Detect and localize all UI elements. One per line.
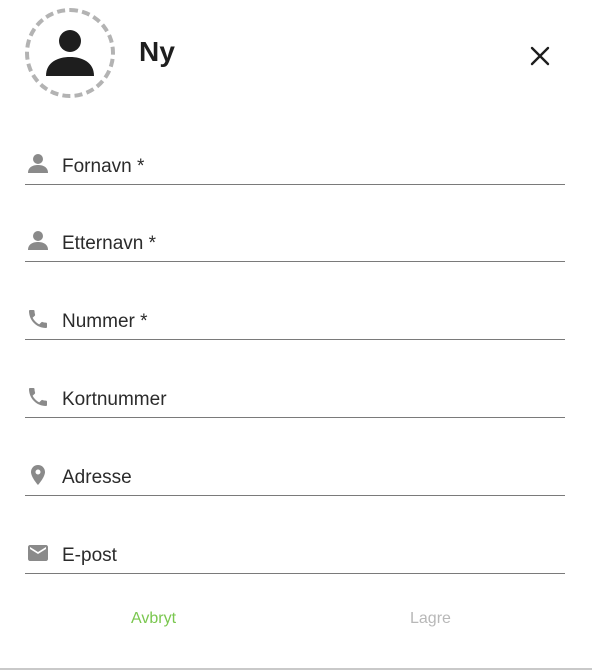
close-icon: [530, 46, 550, 66]
last-name-label: Etternavn *: [62, 233, 156, 254]
email-field[interactable]: E-post: [25, 534, 565, 574]
new-contact-dialog: Ny Fornavn * Etternavn * Nummer * Kortnu…: [0, 0, 592, 670]
person-icon: [25, 151, 51, 177]
number-field[interactable]: Nummer *: [25, 300, 565, 340]
person-icon: [25, 228, 51, 254]
mail-icon: [25, 540, 51, 566]
first-name-field[interactable]: Fornavn *: [25, 145, 565, 185]
close-button[interactable]: [526, 42, 554, 70]
person-icon: [46, 30, 94, 76]
last-name-field[interactable]: Etternavn *: [25, 222, 565, 262]
phone-icon: [25, 384, 51, 410]
dialog-title: Ny: [139, 36, 176, 67]
email-label: E-post: [62, 545, 117, 566]
number-label: Nummer *: [62, 311, 148, 332]
short-number-field[interactable]: Kortnummer: [25, 378, 565, 418]
phone-icon: [25, 306, 51, 332]
short-number-label: Kortnummer: [62, 389, 167, 410]
address-label: Adresse: [62, 467, 132, 488]
cancel-button[interactable]: Avbryt: [131, 610, 176, 628]
first-name-label: Fornavn *: [62, 156, 145, 177]
save-button[interactable]: Lagre: [410, 610, 451, 628]
avatar-upload[interactable]: [25, 8, 115, 98]
location-pin-icon: [25, 462, 51, 488]
address-field[interactable]: Adresse: [25, 456, 565, 496]
